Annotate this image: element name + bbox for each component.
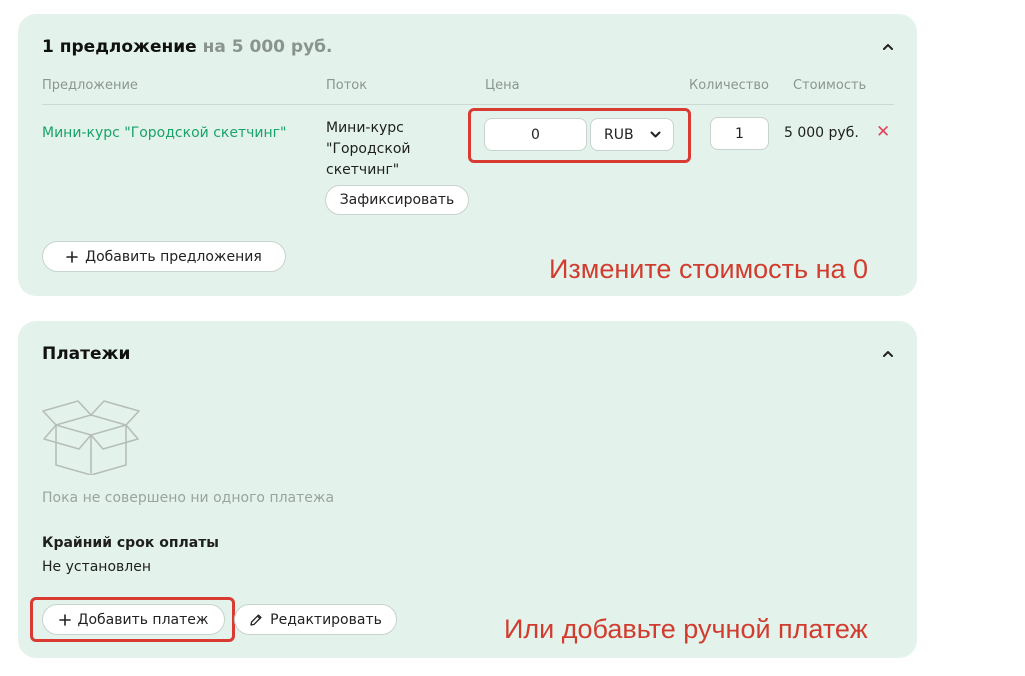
column-header-price: Цена xyxy=(485,78,520,93)
column-header-quantity: Количество xyxy=(689,78,769,93)
column-header-stream: Поток xyxy=(326,78,368,93)
annotation-add-payment: Или добавьте ручной платеж xyxy=(504,614,868,644)
empty-payments-text: Пока не совершено ни одного платежа xyxy=(42,490,335,506)
pencil-icon xyxy=(249,613,263,627)
quantity-input[interactable]: 1 xyxy=(710,117,769,150)
chevron-up-icon[interactable] xyxy=(881,40,895,54)
column-header-offer: Предложение xyxy=(42,78,138,93)
empty-box-icon xyxy=(42,400,140,475)
add-payment-highlight-frame xyxy=(30,597,235,642)
price-highlight-frame xyxy=(468,108,691,163)
offers-total: на 5 000 руб. xyxy=(202,37,333,57)
offers-title: 1 предложение на 5 000 руб. xyxy=(42,37,332,57)
close-icon[interactable]: ✕ xyxy=(876,124,890,141)
add-offer-button[interactable]: Добавить предложения xyxy=(42,241,286,272)
deadline-label: Крайний срок оплаты xyxy=(42,535,219,551)
payments-title: Платежи xyxy=(42,344,131,364)
payments-card: Платежи Пока не совершено ни одного плат… xyxy=(18,321,917,658)
edit-label: Редактировать xyxy=(270,611,382,628)
plus-icon xyxy=(66,250,78,263)
fix-button[interactable]: Зафиксировать xyxy=(325,185,469,215)
row-cost: 5 000 руб. xyxy=(784,125,859,141)
deadline-value: Не установлен xyxy=(42,559,151,575)
chevron-up-icon[interactable] xyxy=(881,347,895,361)
offers-card: 1 предложение на 5 000 руб. Предложение … xyxy=(18,14,917,296)
edit-button[interactable]: Редактировать xyxy=(234,604,397,635)
header-divider xyxy=(42,104,894,105)
add-offer-label: Добавить предложения xyxy=(85,248,262,265)
annotation-change-price: Измените стоимость на 0 xyxy=(549,254,869,284)
offer-link[interactable]: Мини-курс "Городской скетчинг" xyxy=(42,125,286,141)
stream-name: Мини-курс "Городской скетчинг" xyxy=(326,120,411,178)
offers-count: 1 предложение xyxy=(42,37,197,57)
column-header-cost: Стоимость xyxy=(793,78,867,93)
